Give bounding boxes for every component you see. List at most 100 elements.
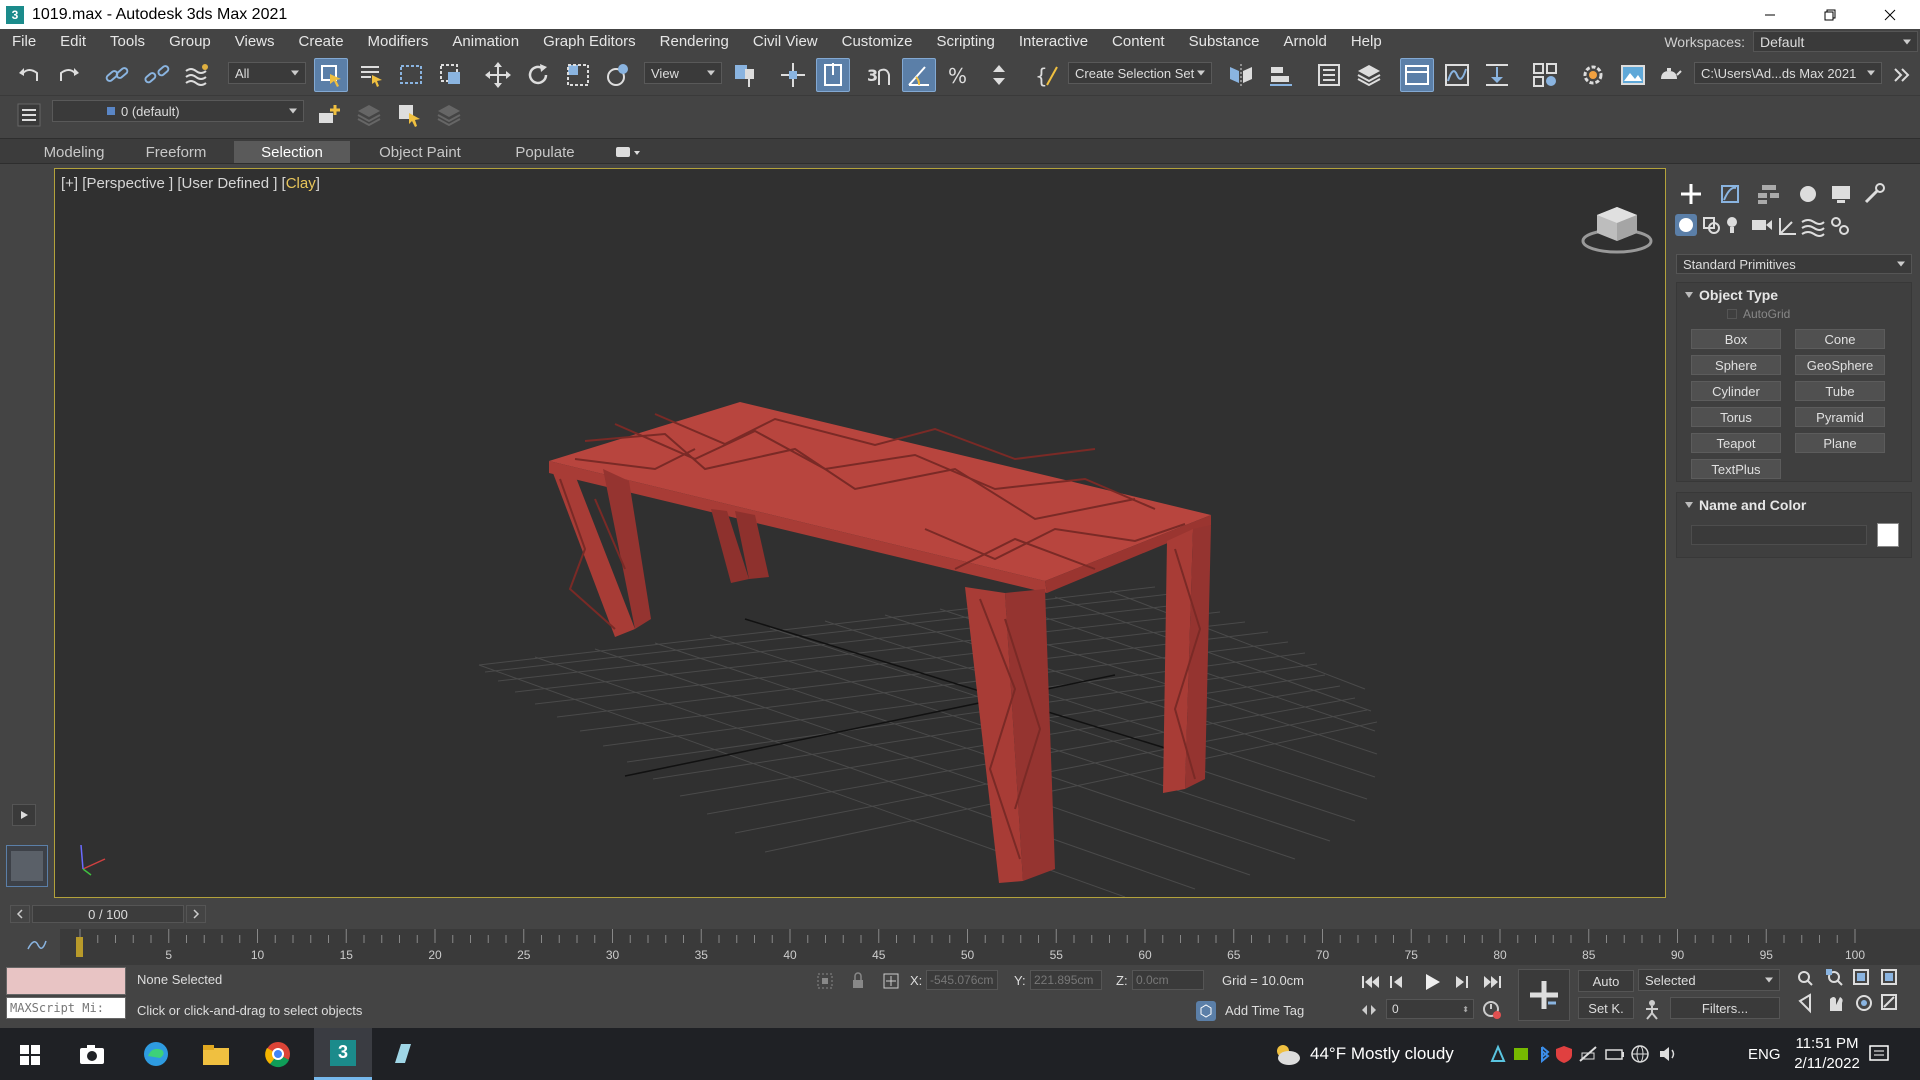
key-filter-dropdown[interactable]: Selected: [1638, 969, 1780, 991]
auto-key-button[interactable]: Auto: [1578, 970, 1634, 992]
isolate-selection-icon[interactable]: [815, 971, 835, 991]
tab-object-paint[interactable]: Object Paint: [368, 141, 472, 163]
name-and-color-header[interactable]: Name and Color: [1677, 493, 1911, 517]
edit-named-selection-sets-button[interactable]: {: [1030, 58, 1064, 92]
add-selection-to-layer-button[interactable]: [352, 98, 386, 132]
taskbar-edge-browser[interactable]: [136, 1038, 176, 1070]
menu-arnold[interactable]: Arnold: [1271, 33, 1338, 50]
tab-modeling[interactable]: Modeling: [30, 141, 118, 163]
tube-button[interactable]: Tube: [1795, 381, 1885, 401]
object-name-input[interactable]: [1691, 525, 1867, 545]
taskbar-file-explorer[interactable]: [196, 1038, 236, 1070]
menu-edit[interactable]: Edit: [48, 33, 98, 50]
add-time-tag[interactable]: Add Time Tag: [1225, 1003, 1304, 1018]
filters-button[interactable]: Filters...: [1670, 997, 1780, 1019]
taskbar-extra-app[interactable]: [382, 1038, 422, 1070]
angle-snap-toggle-button[interactable]: [902, 58, 936, 92]
plane-button[interactable]: Plane: [1795, 433, 1885, 453]
key-mode-icon[interactable]: [1640, 997, 1664, 1021]
viewcube[interactable]: [1579, 199, 1655, 255]
menu-graph-editors[interactable]: Graph Editors: [531, 33, 648, 50]
create-new-layer-button[interactable]: [312, 98, 346, 132]
time-tag-icon[interactable]: [1195, 1000, 1217, 1022]
set-key-button[interactable]: Set K.: [1578, 997, 1634, 1019]
taskbar-chrome[interactable]: [258, 1038, 298, 1070]
cone-button[interactable]: Cone: [1795, 329, 1885, 349]
rectangular-selection-region-button[interactable]: [394, 58, 428, 92]
viewport-pov-label[interactable]: [Perspective ]: [82, 175, 173, 192]
menu-content[interactable]: Content: [1100, 33, 1177, 50]
current-frame-field[interactable]: 0 ⬍: [1386, 999, 1474, 1019]
rendered-frame-window-button[interactable]: [1616, 58, 1650, 92]
start-button[interactable]: [10, 1040, 50, 1070]
taskbar-3dsmax[interactable]: 3: [314, 1028, 372, 1080]
autogrid-checkbox[interactable]: AutoGrid: [1727, 307, 1790, 321]
pivot-point-center-button[interactable]: [728, 58, 762, 92]
viewport-standard-label[interactable]: [User Defined ]: [177, 175, 277, 192]
layers-toolbar-handle[interactable]: [12, 98, 46, 132]
set-key-button-large[interactable]: [1518, 969, 1570, 1021]
set-current-layer-button[interactable]: [432, 98, 466, 132]
menu-customize[interactable]: Customize: [830, 33, 925, 50]
tab-freeform[interactable]: Freeform: [130, 141, 222, 163]
select-and-scale-button[interactable]: [561, 58, 595, 92]
menu-scripting[interactable]: Scripting: [924, 33, 1006, 50]
x-coordinate-field[interactable]: -545.076cm: [926, 970, 998, 990]
select-and-place-button[interactable]: [601, 58, 635, 92]
selection-filter-dropdown[interactable]: All: [228, 62, 306, 84]
menu-interactive[interactable]: Interactive: [1007, 33, 1100, 50]
input-language[interactable]: ENG: [1748, 1028, 1781, 1080]
viewport-label[interactable]: [+] [Perspective ] [User Defined ] [Clay…: [61, 175, 320, 192]
redo-button[interactable]: [52, 58, 86, 92]
toggle-layer-explorer-button[interactable]: [1352, 58, 1386, 92]
workspace-dropdown[interactable]: Default: [1753, 31, 1918, 52]
primitive-category-dropdown[interactable]: Standard Primitives: [1676, 254, 1912, 274]
object-type-header[interactable]: Object Type: [1677, 283, 1911, 307]
tab-populate[interactable]: Populate: [500, 141, 590, 163]
link-button[interactable]: [100, 58, 134, 92]
y-coordinate-field[interactable]: 221.895cm: [1030, 970, 1102, 990]
minimize-button[interactable]: [1740, 0, 1800, 29]
render-setup-button[interactable]: [1576, 58, 1610, 92]
spinner-snap-toggle-button[interactable]: [982, 58, 1016, 92]
mini-curve-editor-button[interactable]: [24, 935, 50, 955]
select-objects-in-layer-button[interactable]: [392, 98, 426, 132]
menu-create[interactable]: Create: [287, 33, 356, 50]
current-layer-dropdown[interactable]: 0 (default): [52, 100, 304, 122]
next-frame-button[interactable]: [186, 905, 206, 923]
maxscript-mini-listener[interactable]: MAXScript Mi:: [6, 997, 126, 1019]
timeline-track[interactable]: 5 10 15 20 25 30 35 40 45 50 55 60 65 70 75 80 85 90 95 100: [60, 929, 1920, 965]
reference-coordinate-dropdown[interactable]: View: [644, 62, 722, 84]
menu-animation[interactable]: Animation: [440, 33, 531, 50]
viewport-menu-label[interactable]: [+]: [61, 175, 78, 192]
menu-tools[interactable]: Tools: [98, 33, 157, 50]
clock[interactable]: 11:51 PM 2/11/2022: [1786, 1034, 1868, 1074]
undo-button[interactable]: [12, 58, 46, 92]
select-and-move-button[interactable]: [481, 58, 515, 92]
notifications-icon[interactable]: [1868, 1044, 1890, 1064]
sphere-button[interactable]: Sphere: [1691, 355, 1781, 375]
perspective-viewport[interactable]: [+] [Perspective ] [User Defined ] [Clay…: [54, 168, 1666, 898]
taskbar-camera-app[interactable]: [72, 1038, 112, 1070]
textplus-button[interactable]: TextPlus: [1691, 459, 1781, 479]
menu-views[interactable]: Views: [223, 33, 287, 50]
align-button[interactable]: [1264, 58, 1298, 92]
expand-layout-tab-button[interactable]: [12, 804, 36, 826]
material-editor-button[interactable]: [1528, 58, 1562, 92]
unlink-button[interactable]: [140, 58, 174, 92]
time-slider[interactable]: 0 / 100: [32, 905, 184, 923]
menu-file[interactable]: File: [0, 33, 48, 50]
viewport-shading-label[interactable]: [Clay]: [282, 175, 320, 192]
menu-help[interactable]: Help: [1339, 33, 1394, 50]
toggle-scene-explorer-button[interactable]: [1312, 58, 1346, 92]
system-tray-icons[interactable]: [1488, 1043, 1738, 1065]
curve-editor-button[interactable]: [1440, 58, 1474, 92]
restore-button[interactable]: [1800, 0, 1860, 29]
pyramid-button[interactable]: Pyramid: [1795, 407, 1885, 427]
weather-widget[interactable]: 44°F Mostly cloudy: [1272, 1028, 1454, 1080]
toolbar-overflow-button[interactable]: [1888, 58, 1916, 92]
keyboard-shortcut-override-button[interactable]: [816, 58, 850, 92]
select-manipulate-button[interactable]: [776, 58, 810, 92]
percent-snap-toggle-button[interactable]: %: [942, 58, 976, 92]
torus-button[interactable]: Torus: [1691, 407, 1781, 427]
